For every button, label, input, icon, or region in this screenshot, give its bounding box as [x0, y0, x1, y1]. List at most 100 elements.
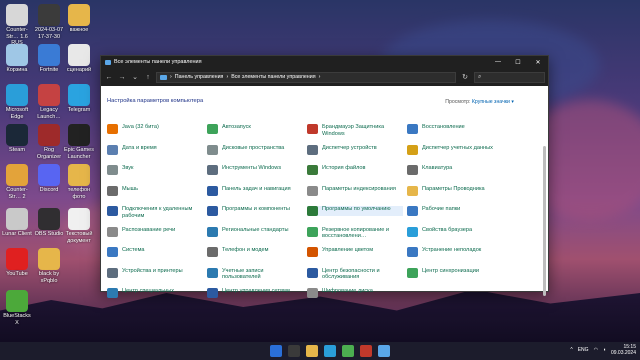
- address-bar[interactable]: › Панель управления › Все элементы панел…: [156, 71, 456, 83]
- refresh-button[interactable]: ↻: [459, 73, 471, 81]
- taskbar-app-icon[interactable]: [288, 345, 300, 357]
- view-by-dropdown[interactable]: Крупные значки ▾: [472, 99, 514, 105]
- desktop-icon[interactable]: Counter-Str… 1.6 RUS: [2, 4, 32, 47]
- breadcrumb-item[interactable]: Панель управления: [175, 74, 224, 80]
- control-panel-item[interactable]: Рабочие папки: [407, 206, 502, 216]
- taskbar-app-icon[interactable]: [324, 345, 336, 357]
- control-panel-item-label: Параметры Проводника: [422, 185, 485, 192]
- desktop-app-icon: [6, 4, 28, 26]
- desktop-icon[interactable]: Telegram: [64, 84, 94, 114]
- desktop-icon[interactable]: Legacy Launch…: [34, 84, 64, 120]
- recent-dropdown-button[interactable]: ⌄: [130, 73, 140, 81]
- up-button[interactable]: ↑: [143, 74, 153, 81]
- desktop-icon[interactable]: Steam: [2, 124, 32, 154]
- control-panel-item[interactable]: Управление цветом: [307, 247, 403, 257]
- taskbar-app-icon[interactable]: [306, 345, 318, 357]
- control-panel-item[interactable]: Восстановление: [407, 124, 502, 134]
- control-panel-item-label: Инструменты Windows: [222, 165, 282, 171]
- control-panel-item[interactable]: Панель задач и навигация: [207, 185, 299, 196]
- breadcrumb-separator: ›: [170, 74, 172, 80]
- control-panel-item[interactable]: Подключения к удаленным рабочим: [107, 206, 199, 219]
- volume-icon[interactable]: ◖: [603, 347, 606, 353]
- control-panel-item[interactable]: Инструменты Windows: [207, 165, 299, 175]
- control-panel-item-icon: [207, 144, 218, 155]
- desktop-icon[interactable]: Lunar Client: [2, 208, 32, 238]
- desktop-icon[interactable]: BlueStacks X: [2, 290, 32, 326]
- control-panel-item[interactable]: Свойства браузера: [407, 226, 502, 237]
- control-panel-item[interactable]: Дисковые пространства: [207, 144, 299, 155]
- control-panel-item[interactable]: Система: [107, 247, 199, 257]
- desktop-icon-label: YouTube: [6, 271, 28, 277]
- minimize-button[interactable]: —: [488, 59, 508, 66]
- control-panel-item[interactable]: Дата и время: [107, 144, 199, 155]
- maximize-button[interactable]: ☐: [508, 59, 528, 66]
- desktop-icon[interactable]: Корзина: [2, 44, 32, 74]
- control-panel-item[interactable]: Параметры Проводника: [407, 185, 502, 196]
- control-panel-item[interactable]: Центр управления сетями: [207, 288, 299, 298]
- control-panel-item-label: Дисковые пространства: [222, 144, 285, 151]
- desktop-icon-label: важное: [69, 27, 89, 33]
- start-button-icon[interactable]: [270, 345, 282, 357]
- view-by-label: Просмотр:: [445, 99, 471, 105]
- control-panel-item-label: Диспетчер учетных данных: [422, 144, 493, 151]
- control-panel-item[interactable]: Центр специальных: [107, 288, 199, 298]
- desktop-icon[interactable]: OBS Studio: [34, 208, 64, 238]
- control-panel-item[interactable]: Шифрование диска: [307, 288, 403, 298]
- control-panel-item[interactable]: Программы по умолчанию: [307, 206, 403, 216]
- control-panel-item[interactable]: Брандмауэр Защитника Windows: [307, 124, 403, 137]
- control-panel-item-label: Панель задач и навигация: [222, 185, 291, 192]
- desktop-icon[interactable]: сценарий: [64, 44, 94, 74]
- desktop-icon[interactable]: Текстовый документ: [64, 208, 94, 244]
- desktop-icon-label: Steam: [9, 147, 25, 153]
- desktop-icon[interactable]: Discord: [34, 164, 64, 194]
- tray-chevron-icon[interactable]: ^: [570, 347, 572, 353]
- control-panel-item[interactable]: Звук: [107, 165, 199, 175]
- desktop-icon[interactable]: Fortnite: [34, 44, 64, 74]
- taskbar-app-icon[interactable]: [360, 345, 372, 357]
- control-panel-item[interactable]: Устройства и принтеры: [107, 267, 199, 278]
- wifi-icon[interactable]: ◠: [594, 347, 598, 353]
- control-panel-item[interactable]: Региональные стандарты: [207, 226, 299, 237]
- desktop-icon[interactable]: black by xPqblo: [34, 248, 64, 284]
- title-bar[interactable]: Все элементы панели управления — ☐ ✕: [101, 56, 548, 68]
- control-panel-item[interactable]: Резервное копирование и восстановлени…: [307, 226, 403, 240]
- control-panel-item[interactable]: Центр синхронизации: [407, 267, 502, 278]
- control-panel-item[interactable]: История файлов: [307, 165, 403, 175]
- control-panel-item-icon: [107, 226, 118, 237]
- desktop-icon[interactable]: телефон фото: [64, 164, 94, 200]
- vertical-scrollbar[interactable]: [543, 146, 546, 296]
- control-panel-item-label: Мышь: [122, 185, 139, 192]
- control-panel-item[interactable]: Центр безопасности и обслуживания: [307, 267, 403, 281]
- desktop-icon[interactable]: Epic Games Launcher: [64, 124, 94, 160]
- desktop-icon[interactable]: Counter-Str… 2: [2, 164, 32, 200]
- control-panel-item[interactable]: Мышь: [107, 185, 199, 196]
- taskbar-app-icon[interactable]: [342, 345, 354, 357]
- control-panel-item-label: Брандмауэр Защитника Windows: [322, 124, 385, 137]
- desktop-icon[interactable]: 2024-03-07 17-37-30: [34, 4, 64, 40]
- forward-button[interactable]: →: [117, 74, 127, 81]
- taskbar-app-icon[interactable]: [378, 345, 390, 357]
- back-button[interactable]: ←: [104, 74, 114, 81]
- control-panel-item[interactable]: Автозапуск: [207, 124, 299, 134]
- control-panel-item[interactable]: Программы и компоненты: [207, 206, 299, 216]
- control-panel-item-label: Параметры индексирования: [322, 185, 396, 192]
- desktop-icon[interactable]: Rog Organizer: [34, 124, 64, 160]
- control-panel-item[interactable]: Java (32 бита): [107, 124, 199, 134]
- control-panel-item[interactable]: Параметры индексирования: [307, 185, 403, 196]
- control-panel-item[interactable]: Телефон и модем: [207, 247, 299, 257]
- close-button[interactable]: ✕: [528, 59, 548, 66]
- control-panel-item[interactable]: Клавиатура: [407, 165, 502, 175]
- control-panel-item[interactable]: Устранение неполадок: [407, 247, 502, 257]
- control-panel-item[interactable]: Диспетчер устройств: [307, 144, 403, 155]
- desktop-icon[interactable]: Microsoft Edge: [2, 84, 32, 120]
- desktop-icon[interactable]: важное: [64, 4, 94, 34]
- breadcrumb-item[interactable]: Все элементы панели управления: [231, 74, 315, 80]
- desktop-icon[interactable]: YouTube: [2, 248, 32, 278]
- control-panel-item[interactable]: Учетные записи пользователей: [207, 267, 299, 281]
- language-indicator[interactable]: ENG: [578, 347, 589, 353]
- control-panel-item[interactable]: Диспетчер учетных данных: [407, 144, 502, 155]
- control-panel-item[interactable]: Распознавание речи: [107, 226, 199, 237]
- search-box[interactable]: ⌕: [474, 71, 545, 83]
- desktop-icon-label: Legacy Launch…: [37, 107, 61, 120]
- clock[interactable]: 15:15 09.03.2024: [611, 344, 636, 356]
